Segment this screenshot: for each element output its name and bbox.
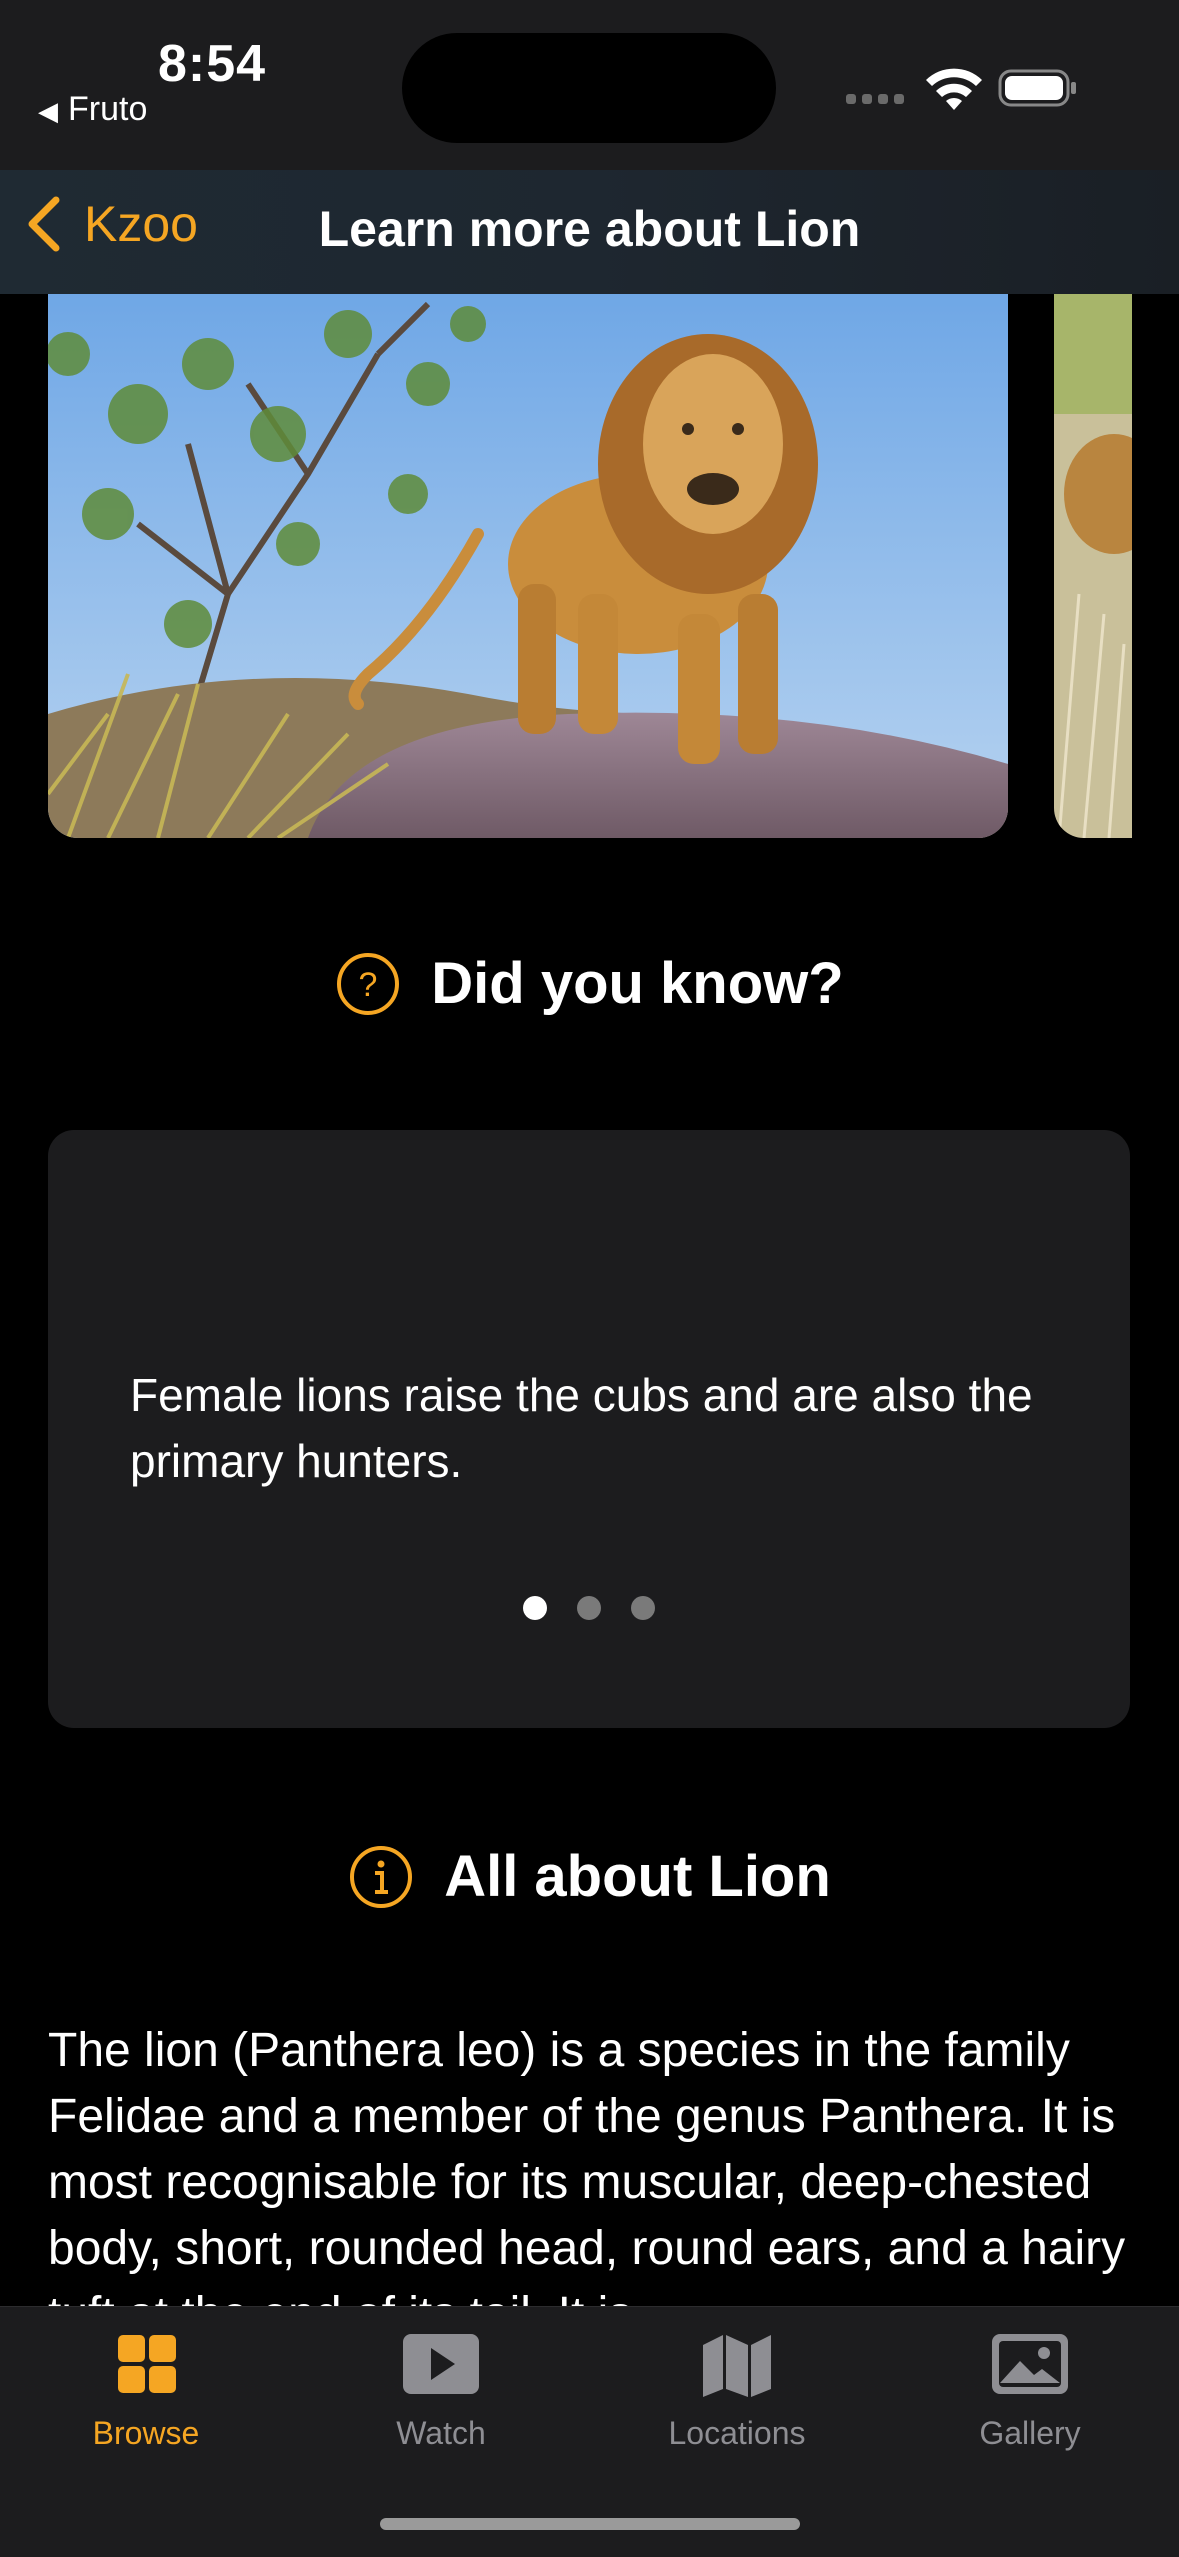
- lion-photo[interactable]: [48, 294, 1008, 838]
- page-dot-2[interactable]: [577, 1596, 601, 1620]
- lion-image: [48, 294, 1008, 838]
- home-indicator[interactable]: [380, 2518, 800, 2530]
- photo-carousel[interactable]: [0, 294, 1179, 838]
- svg-text:?: ?: [359, 966, 378, 1004]
- navigation-bar: Kzoo Learn more about Lion: [0, 170, 1179, 294]
- play-icon: [403, 2334, 479, 2394]
- battery-icon: [998, 69, 1076, 107]
- tab-locations-label: Locations: [668, 2415, 806, 2451]
- back-to-app-link[interactable]: ◀ Fruto: [38, 90, 147, 129]
- tab-locations[interactable]: Locations: [627, 2331, 847, 2452]
- dynamic-island: [402, 33, 776, 143]
- next-photo-peek[interactable]: [1054, 294, 1132, 838]
- tab-browse-label: Browse: [92, 2415, 200, 2451]
- fact-card[interactable]: Female lions raise the cubs and are also…: [48, 1130, 1130, 1728]
- grid-icon: [118, 2335, 176, 2393]
- next-lion-image: [1054, 294, 1132, 838]
- question-circle-icon: ?: [337, 952, 400, 1015]
- page-dot-3[interactable]: [631, 1596, 655, 1620]
- page-title: Learn more about Lion: [318, 201, 861, 257]
- back-app-label: Fruto: [68, 90, 148, 128]
- page-dot-1[interactable]: [523, 1596, 547, 1620]
- wifi-icon: [926, 68, 982, 110]
- page-indicator[interactable]: [48, 1596, 1130, 1620]
- all-about-title: All about Lion: [444, 1844, 831, 1909]
- fact-text: Female lions raise the cubs and are also…: [130, 1369, 1033, 1487]
- did-you-know-header: ? Did you know?: [0, 950, 1179, 1017]
- tab-browse[interactable]: Browse: [36, 2331, 256, 2452]
- tab-gallery-label: Gallery: [979, 2415, 1081, 2451]
- all-about-header: All about Lion: [0, 1843, 1179, 1910]
- cellular-signal-icon: [846, 94, 904, 104]
- tab-watch[interactable]: Watch: [331, 2331, 551, 2452]
- did-you-know-title: Did you know?: [431, 951, 844, 1016]
- map-icon: [703, 2335, 771, 2397]
- status-bar: 8:54 ◀ Fruto: [0, 0, 1179, 170]
- tab-gallery[interactable]: Gallery: [920, 2331, 1140, 2452]
- about-text: The lion (Panthera leo) is a species in …: [48, 2024, 1126, 2341]
- info-circle-icon: [350, 1845, 413, 1908]
- status-time: 8:54: [158, 35, 267, 93]
- back-triangle-icon: ◀: [38, 96, 58, 126]
- photo-icon: [992, 2334, 1068, 2394]
- tab-watch-label: Watch: [396, 2415, 486, 2451]
